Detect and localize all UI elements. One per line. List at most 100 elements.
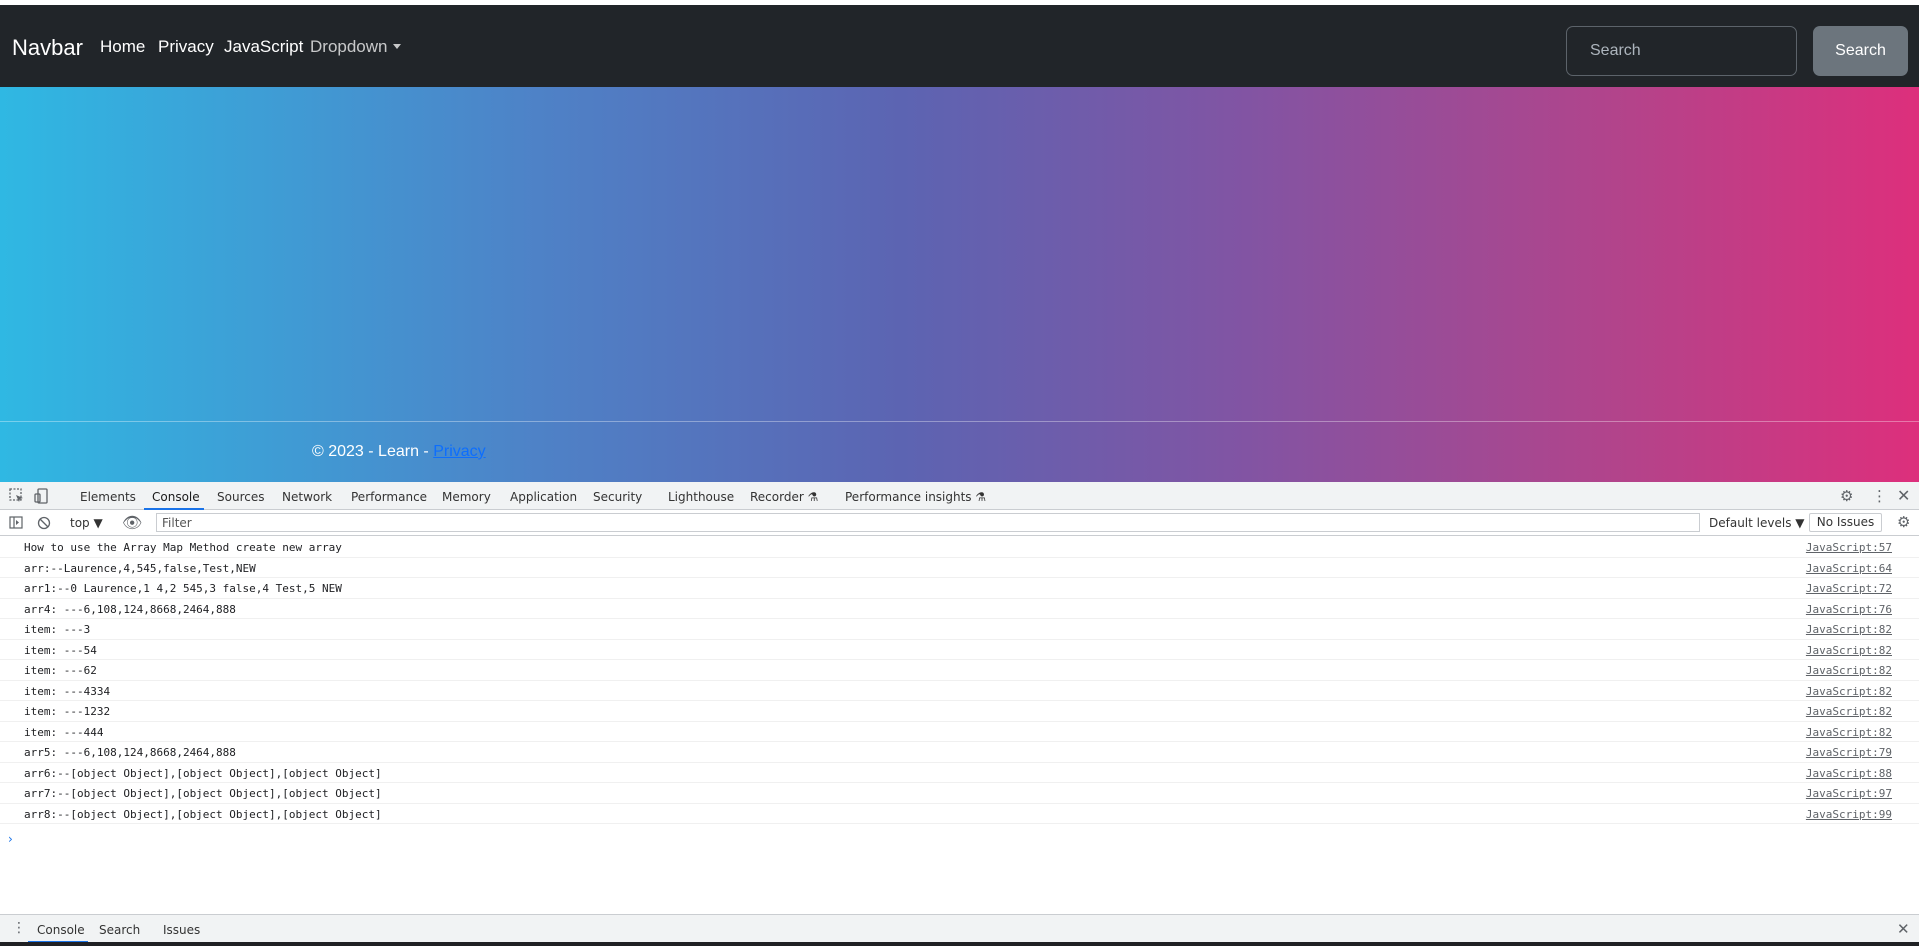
tab-performance-insights[interactable]: Performance insights ⚗ [845,490,986,504]
footer-divider [0,421,1919,422]
console-source-link[interactable]: JavaScript:82 [1806,685,1892,698]
taskbar-strip [0,942,1919,946]
console-source-link[interactable]: JavaScript:97 [1806,787,1892,800]
console-prompt-row[interactable]: › [0,824,1919,846]
more-options-icon[interactable]: ⋮ [1872,487,1887,505]
drawer-tab-search[interactable]: Search [99,923,140,937]
console-message: item: ---62 [24,664,97,677]
devtools-drawer: ⋮ Console Search Issues ✕ [0,914,1919,943]
nav-dropdown[interactable]: Dropdown [310,37,401,57]
console-message: item: ---444 [24,725,104,739]
context-selector[interactable]: top ▼ [70,516,103,530]
caret-down-icon [392,44,401,49]
console-settings-gear-icon[interactable]: ⚙ [1897,513,1910,531]
nav-link-home[interactable]: Home [100,37,145,57]
console-message: arr5: ---6,108,124,8668,2464,888 [24,746,236,759]
footer-privacy-link[interactable]: Privacy [433,443,485,460]
console-source-link[interactable]: JavaScript:64 [1806,562,1892,575]
settings-gear-icon[interactable]: ⚙ [1840,487,1853,505]
clear-console-icon[interactable] [37,516,51,530]
triangle-down-icon: ▼ [1795,516,1805,530]
console-message: item: ---1232 [24,705,111,718]
nav-link-javascript[interactable]: JavaScript [224,37,303,57]
console-source-link[interactable]: JavaScript:82 [1806,623,1892,636]
devtools-tabbar: Elements Console Sources Network Perform… [0,482,1919,510]
console-row: item: ---1232 JavaScript:82 [0,701,1919,722]
tab-memory[interactable]: Memory [442,490,491,504]
navbar: Navbar Home Privacy JavaScript Dropdown … [0,5,1919,87]
context-selector-value: top [70,516,90,530]
chevron-right-icon: › [8,832,13,846]
hero-gradient: © 2023 - Learn - Privacy [0,87,1919,482]
console-source-link[interactable]: JavaScript:57 [1806,541,1892,554]
inspect-element-icon[interactable] [9,488,24,503]
tab-security[interactable]: Security [593,490,642,504]
close-devtools-icon[interactable]: ✕ [1897,486,1910,505]
console-row: arr5: ---6,108,124,8668,2464,888 JavaScri… [0,742,1919,763]
console-message: arr6:--[object Object],[object Object],[… [24,766,382,780]
console-row: arr8:--[object Object],[object Object],[… [0,804,1919,824]
tab-network[interactable]: Network [282,490,332,504]
console-row: item: ---3 JavaScript:82 [0,619,1919,640]
console-message: item: ---3 [24,623,91,636]
console-row: arr7:--[object Object],[object Object],[… [0,783,1919,804]
console-message: arr8:--[object Object],[object Object],[… [24,807,382,821]
close-drawer-icon[interactable]: ✕ [1897,920,1910,938]
console-row: arr6:--[object Object],[object Object],[… [0,763,1919,783]
tab-elements[interactable]: Elements [80,490,136,504]
nav-dropdown-label: Dropdown [310,37,388,56]
console-row: item: ---4334 JavaScript:82 [0,681,1919,701]
console-message: arr7:--[object Object],[object Object],[… [24,787,382,800]
console-message: item: ---4334 [24,684,111,698]
console-source-link[interactable]: JavaScript:82 [1806,664,1892,677]
console-row: item: ---62 JavaScript:82 [0,660,1919,681]
tab-recorder[interactable]: Recorder ⚗ [750,490,818,504]
tab-console[interactable]: Console [152,490,200,504]
footer: © 2023 - Learn - Privacy [312,443,486,461]
nav-link-privacy[interactable]: Privacy [158,37,214,57]
tab-performance[interactable]: Performance [351,490,427,504]
console-log: How to use the Array Map Method create n… [0,537,1919,846]
navbar-brand[interactable]: Navbar [12,35,83,61]
console-filter-input[interactable] [156,513,1700,532]
drawer-tab-console[interactable]: Console [37,923,85,937]
footer-text: © 2023 - Learn - [312,443,434,460]
console-source-link[interactable]: JavaScript:99 [1806,808,1892,821]
console-source-link[interactable]: JavaScript:76 [1806,603,1892,616]
search-button[interactable]: Search [1813,26,1908,76]
console-row: How to use the Array Map Method create n… [0,537,1919,558]
console-message: arr:--Laurence,4,545,false,Test,NEW [24,561,256,575]
drawer-menu-icon[interactable]: ⋮ [12,920,26,936]
console-message: item: ---54 [24,643,97,657]
issues-button[interactable]: No Issues [1809,513,1882,532]
console-source-link[interactable]: JavaScript:82 [1806,726,1892,739]
devtools-panel: Elements Console Sources Network Perform… [0,482,1919,946]
console-row: arr4: ---6,108,124,8668,2464,888 JavaScri… [0,599,1919,619]
console-source-link[interactable]: JavaScript:79 [1806,746,1892,759]
tab-sources[interactable]: Sources [217,490,264,504]
console-row: arr:--Laurence,4,545,false,Test,NEW JavaS… [0,558,1919,578]
console-row: arr1:--0 Laurence,1 4,2 545,3 false,4 Te… [0,578,1919,599]
flask-icon: ⚗ [975,490,987,504]
console-source-link[interactable]: JavaScript:82 [1806,644,1892,657]
triangle-down-icon: ▼ [93,516,103,530]
console-source-link[interactable]: JavaScript:72 [1806,582,1892,595]
console-row: item: ---54 JavaScript:82 [0,640,1919,660]
device-toolbar-icon[interactable] [34,488,50,504]
live-expression-eye-icon[interactable]: 👁 [122,513,142,532]
tab-lighthouse[interactable]: Lighthouse [668,490,734,504]
console-message: arr1:--0 Laurence,1 4,2 545,3 false,4 Te… [24,582,342,595]
drawer-tab-issues[interactable]: Issues [163,923,200,937]
console-source-link[interactable]: JavaScript:88 [1806,767,1892,780]
show-sidebar-icon[interactable] [9,516,23,530]
console-message: arr4: ---6,108,124,8668,2464,888 [24,602,236,616]
console-toolbar: top ▼ 👁 Default levels ▼ No Issues ⚙ [0,510,1919,536]
log-levels-dropdown[interactable]: Default levels ▼ [1709,516,1805,530]
log-levels-label: Default levels [1709,516,1792,530]
tab-application[interactable]: Application [510,490,577,504]
search-input[interactable] [1566,26,1797,76]
console-message: How to use the Array Map Method create n… [24,541,342,554]
console-source-link[interactable]: JavaScript:82 [1806,705,1892,718]
tab-recorder-label: Recorder [750,490,804,504]
tab-performance-insights-label: Performance insights [845,490,972,504]
